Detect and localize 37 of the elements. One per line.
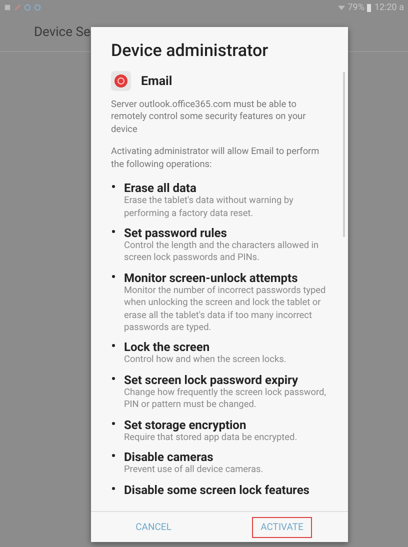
bullet-icon <box>112 185 115 188</box>
operation-description: Change how frequently the screen lock password, PIN or pattern must be changed. <box>124 386 326 412</box>
bullet-icon <box>112 376 115 380</box>
bullet-icon <box>112 454 115 458</box>
operation-description: Control how and when the screen locks. <box>124 354 286 367</box>
battery-icon <box>367 4 372 12</box>
battery-percentage: 79% <box>348 2 364 12</box>
activate-button[interactable]: ACTIVATE <box>252 516 312 538</box>
operation-title: Set screen lock password expiry <box>124 372 300 387</box>
cancel-button[interactable]: CANCEL <box>126 516 180 538</box>
operation-description: Prevent use of all device cameras. <box>124 464 264 477</box>
operation-description: Monitor the number of incorrect passwords typed when unlocking the screen and lock the tablet or erase all the tablet's data if too many incorrect passwords are typed. <box>124 284 326 334</box>
bullet-icon <box>112 422 115 425</box>
operation-title: Monitor screen-unlock attempts <box>124 270 299 285</box>
operation-title: Lock the screen <box>124 340 211 354</box>
description-text: Server outlook.office365.com must be able to remotely control some security features on your device <box>111 99 307 136</box>
clock-time: 12:20 a <box>374 2 404 12</box>
app-name: Email <box>141 74 172 88</box>
operation-title: Disable cameras <box>124 450 214 464</box>
description-text: Activating administrator will allow Email to perform the following operations: <box>111 146 320 172</box>
operation-title: Erase all data <box>124 181 198 196</box>
app-icon <box>111 71 131 91</box>
page-title: Device Se <box>34 25 90 40</box>
operation-title: Disable some screen lock features <box>124 482 310 497</box>
wifi-icon <box>338 4 345 11</box>
dialog-title: Device administrator <box>111 41 270 61</box>
operation-description: Require that stored app data be encrypted. <box>124 432 298 444</box>
bullet-icon <box>112 230 115 233</box>
bullet-icon <box>112 486 115 490</box>
operation-title: Set password rules <box>124 226 228 240</box>
operation-description: Control the length and the characters allowed in screen lock passwords and PINs. <box>124 240 320 265</box>
bullet-icon <box>112 344 115 348</box>
operation-description: Erase the tablet's data without warning by performing a factory data reset. <box>124 195 294 220</box>
operation-title: Set storage encryption <box>124 418 248 432</box>
notification-icon <box>4 4 11 11</box>
bullet-icon <box>112 274 115 278</box>
pen-icon <box>14 4 21 11</box>
